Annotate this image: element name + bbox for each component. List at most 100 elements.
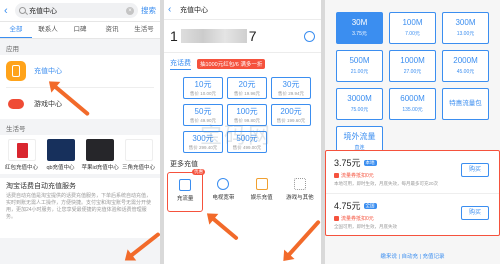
life-item-apple[interactable]: 苹果id充值中心 [81, 139, 119, 171]
page-title: 充值中心 [180, 6, 208, 14]
search-results-panel: ‹ 充值中心 × 搜索 全部 联系人 口碑 资讯 生活号 应用 充值中心 游戏中… [0, 0, 160, 264]
games-other-button[interactable]: 游戏与其他 [282, 172, 318, 212]
tab-news[interactable]: 资讯 [96, 22, 128, 38]
coupon-text: 流量券抵扣0元 [341, 216, 374, 222]
flow-value: 3000M [347, 94, 372, 103]
contact-icon[interactable] [304, 30, 315, 42]
plan-price: 4.75元 [334, 201, 361, 211]
flow-price: 75.00元 [350, 107, 369, 113]
tab-life[interactable]: 生活号 [128, 22, 160, 38]
back-arrow-icon[interactable]: ‹ [4, 5, 12, 17]
amount-option[interactable]: 10元售价 10.00元 [183, 77, 223, 99]
flow-value: 300M [455, 18, 476, 27]
tab-phone-bill[interactable]: 充话费 [170, 58, 191, 70]
life-item-label: qb充值中心 [46, 165, 75, 171]
life-item-label: 红包充值中心 [4, 165, 38, 171]
flow-price: 45.00元 [456, 69, 475, 75]
flow-option[interactable]: 1000M 27.00元 [389, 50, 436, 82]
life-section-title: 生活号 [6, 126, 26, 133]
phone-suffix: 7 [248, 28, 258, 44]
scope-badge: 全国 [363, 202, 377, 209]
plan-desc: 全国可用，即时生效，月底失效 [334, 224, 397, 229]
video-icon [255, 178, 268, 190]
footer-links[interactable]: 缴来说 | 自动充 | 充值记录 [325, 252, 500, 260]
flow-value: 2000M [453, 56, 478, 65]
search-input[interactable]: 充值中心 × [15, 3, 138, 18]
screenshot-root: ‹ 充值中心 × 搜索 全部 联系人 口碑 资讯 生活号 应用 充值中心 游戏中… [0, 0, 500, 264]
flow-price: 27.00元 [403, 69, 422, 75]
tab-contacts[interactable]: 联系人 [32, 22, 64, 38]
flow-icon [179, 179, 192, 191]
amount-option[interactable]: 200元 售价 199.60元 [271, 104, 311, 126]
life-item-qb[interactable]: qb充值中心 [43, 139, 79, 171]
buy-button[interactable]: 购买 [461, 163, 489, 177]
search-icon [19, 7, 26, 14]
amount-option[interactable]: 20元 售价 19.96元 [227, 77, 267, 99]
coupon-icon [334, 216, 339, 221]
flow-value: 6000M [400, 94, 425, 103]
search-query: 充值中心 [29, 7, 57, 15]
phone-prefix: 1 [170, 28, 179, 44]
amount-value: 200元 [280, 107, 302, 116]
amount-value: 100元 [236, 107, 258, 116]
flow-option[interactable]: 3000M 75.00元 [336, 88, 383, 120]
flow-option[interactable]: 6000M 135.00元 [389, 88, 436, 120]
gamepad-icon [6, 93, 26, 114]
flow-value: 100M [402, 18, 423, 27]
article-title: 淘宝话费自动充值服务 [6, 183, 76, 190]
article-card[interactable]: 淘宝话费自动充值服务 话费自动充值是淘宝提供的话费充值服务，下单后系统自动充值，… [0, 178, 160, 238]
amount-value: 10元 [194, 80, 212, 89]
qb-thumbnail [46, 139, 75, 161]
life-accounts-row: 红包充值中心 qb充值中心 苹果id充值中心 三角充值中心 [0, 135, 160, 174]
article-body: 话费自动充值是淘宝提供的话费充值服务，下单后系统自动充值，实时到账无需人工操作，… [6, 193, 152, 220]
entertainment-button[interactable]: 娱乐充值 [244, 172, 280, 212]
amount-value: 30元 [282, 80, 300, 89]
flow-option[interactable]: 2000M 45.00元 [442, 50, 489, 82]
recharge-flow-button[interactable]: 优惠 充流量 [167, 169, 206, 212]
flow-option[interactable]: 特惠流量包 [442, 88, 489, 120]
life-item-label: 苹果id充值中心 [81, 165, 119, 171]
flow-value: 1000M [400, 56, 425, 65]
plan-price: 3.75元 [334, 158, 361, 168]
more-item-label: 电视宽带 [212, 195, 235, 201]
back-arrow-icon[interactable]: ‹ [168, 4, 176, 15]
recharge-center-panel: ‹ 充值中心 1 7 充话费 抽1000元红包/6 满多一折 10元售价 10.… [164, 0, 321, 264]
scope-badge: 本地 [363, 159, 377, 166]
tab-all[interactable]: 全部 [0, 22, 32, 38]
amount-option[interactable]: 30元售价 29.94元 [271, 77, 311, 99]
tab-koubei[interactable]: 口碑 [64, 22, 96, 38]
search-tabs: 全部 联系人 口碑 资讯 生活号 [0, 22, 160, 39]
grid-icon [293, 178, 306, 190]
phone-number-field[interactable]: 1 7 [164, 20, 321, 53]
apple-thumbnail [85, 139, 114, 161]
flow-option[interactable]: 30M 3.75元 [336, 12, 383, 44]
flow-option[interactable]: 500M 21.00元 [336, 50, 383, 82]
header: ‹ 充值中心 [164, 0, 321, 20]
flow-value: 特惠流量包 [449, 100, 482, 107]
promo-badge[interactable]: 抽1000元红包/6 满多一折 [197, 59, 266, 69]
phone-icon [6, 61, 26, 81]
clear-icon[interactable]: × [126, 6, 134, 15]
flow-option[interactable]: 100M 7.00元 [389, 12, 436, 44]
app-name-recharge: 充值中心 [34, 68, 62, 75]
app-recharge-center[interactable]: 充值中心 [6, 55, 154, 87]
coupon-text: 流量券抵扣0元 [341, 173, 374, 179]
amount-value: 50元 [194, 107, 212, 116]
amount-price: 售价 10.00元 [189, 91, 216, 96]
life-item-sanjiao[interactable]: 三角充值中心 [121, 139, 157, 171]
coupon-icon [334, 173, 339, 178]
flow-grid: 30M 3.75元 100M 7.00元 300M 13.00元 500M 21.00元… [325, 0, 500, 158]
search-button[interactable]: 搜索 [141, 5, 156, 16]
sanjiao-thumbnail [124, 139, 153, 161]
life-item-hongbao[interactable]: 红包充值中心 [4, 139, 40, 171]
tv-broadband-button[interactable]: 电视宽带 [205, 172, 241, 212]
app-game-center[interactable]: 游戏中心 [6, 87, 154, 119]
amount-price: 售价 29.94元 [277, 91, 304, 96]
flow-option[interactable]: 300M 13.00元 [442, 12, 489, 44]
plan-result: 3.75元 本地 流量券抵扣0元 本地可用，即时生效，月底失效，每月最多可充20次… [326, 151, 499, 193]
plan-result: 4.75元 全国 流量券抵扣0元 全国可用，即时生效，月底失效 购买 [326, 193, 499, 235]
recharge-tab-row: 充话费 抽1000元红包/6 满多一折 [164, 53, 321, 73]
flow-value: 30M [351, 18, 368, 27]
buy-button[interactable]: 购买 [461, 206, 489, 220]
life-item-label: 三角充值中心 [121, 165, 155, 171]
